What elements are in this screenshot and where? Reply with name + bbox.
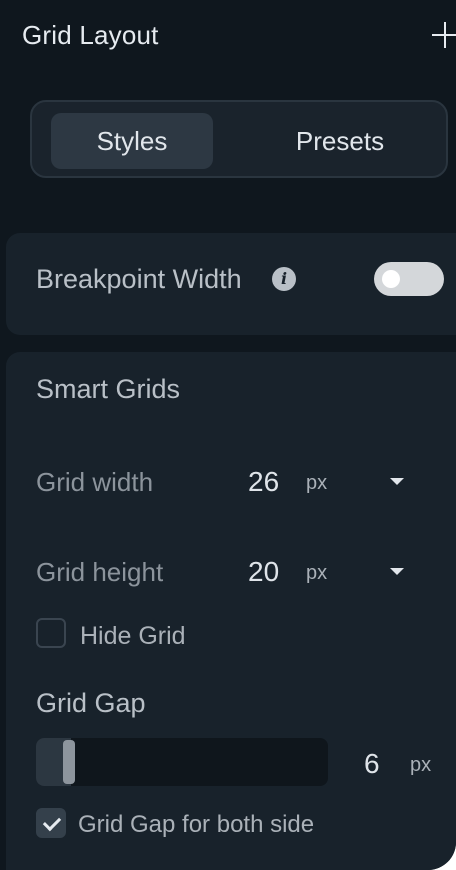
grid-width-value[interactable]: 26 <box>248 466 279 498</box>
breakpoint-toggle[interactable] <box>374 262 444 296</box>
grid-gap-unit: px <box>410 754 432 776</box>
grid-height-value[interactable]: 20 <box>248 556 279 588</box>
grid-gap-slider[interactable] <box>36 738 328 786</box>
panel-title: Grid Layout <box>22 20 159 50</box>
grid-gap-both-side-label: Grid Gap for both side <box>78 811 315 838</box>
tab-bar: Styles Presets <box>30 100 448 178</box>
grid-width-label: Grid width <box>36 467 154 497</box>
grid-gap-value[interactable]: 6 <box>364 748 380 780</box>
smart-grids-title: Smart Grids <box>36 374 181 404</box>
grid-width-unit: px <box>306 472 328 494</box>
info-icon[interactable]: i <box>272 267 296 291</box>
grid-height-unit: px <box>306 562 328 584</box>
grid-layout-panel: Grid Layout Styles Presets Breakpoint Wi… <box>0 0 456 870</box>
grid-height-chevron-down-icon[interactable] <box>390 568 404 575</box>
plus-icon[interactable] <box>432 22 456 48</box>
toggle-knob <box>382 270 400 288</box>
breakpoint-width-label: Breakpoint Width <box>36 264 242 294</box>
grid-height-label: Grid height <box>36 557 164 587</box>
grid-gap-title: Grid Gap <box>36 688 146 718</box>
grid-width-chevron-down-icon[interactable] <box>390 478 404 485</box>
tab-presets[interactable]: Presets <box>248 113 432 169</box>
smart-grids-card <box>6 352 456 870</box>
tab-styles[interactable]: Styles <box>51 113 213 169</box>
grid-gap-both-side-checkbox[interactable] <box>36 808 66 838</box>
hide-grid-label: Hide Grid <box>80 622 186 650</box>
hide-grid-checkbox[interactable] <box>36 618 66 648</box>
slider-thumb[interactable] <box>63 740 75 784</box>
